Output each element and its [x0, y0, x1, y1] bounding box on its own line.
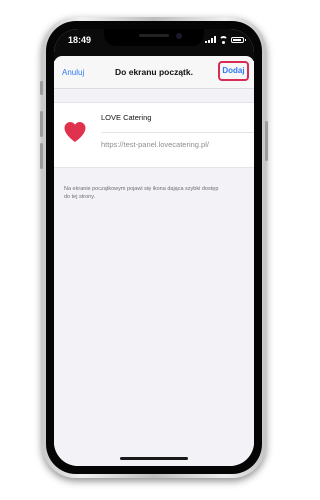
power-button — [265, 121, 268, 161]
content-area: LOVE Catering https://test-panel.lovecat… — [54, 89, 254, 466]
phone-screen: 18:49 Anuluj Do ekranu początk. Dodaj LO… — [54, 29, 254, 466]
battery-icon — [231, 36, 246, 43]
silent-switch — [40, 81, 43, 95]
notch — [104, 29, 204, 46]
front-camera — [176, 33, 182, 39]
app-card: LOVE Catering https://test-panel.lovecat… — [54, 102, 254, 168]
phone-frame: 18:49 Anuluj Do ekranu początk. Dodaj LO… — [40, 17, 268, 478]
add-button[interactable]: Dodaj — [218, 61, 249, 81]
volume-up-button — [40, 111, 43, 137]
card-divider — [101, 132, 254, 133]
status-bar: 18:49 — [54, 29, 254, 51]
app-name-field[interactable]: LOVE Catering — [101, 113, 151, 122]
signal-icon — [205, 36, 216, 43]
status-icons — [205, 35, 246, 44]
wifi-icon — [219, 35, 228, 44]
nav-bar: Anuluj Do ekranu początk. Dodaj — [54, 56, 254, 89]
status-time: 18:49 — [68, 35, 92, 45]
hint-text: Na ekranie początkowym pojawi się ikona … — [64, 186, 219, 200]
heart-icon — [62, 119, 88, 145]
home-indicator[interactable] — [120, 457, 188, 460]
volume-down-button — [40, 143, 43, 169]
app-url: https://test-panel.lovecatering.pl/ — [101, 140, 209, 149]
speaker — [139, 34, 169, 37]
